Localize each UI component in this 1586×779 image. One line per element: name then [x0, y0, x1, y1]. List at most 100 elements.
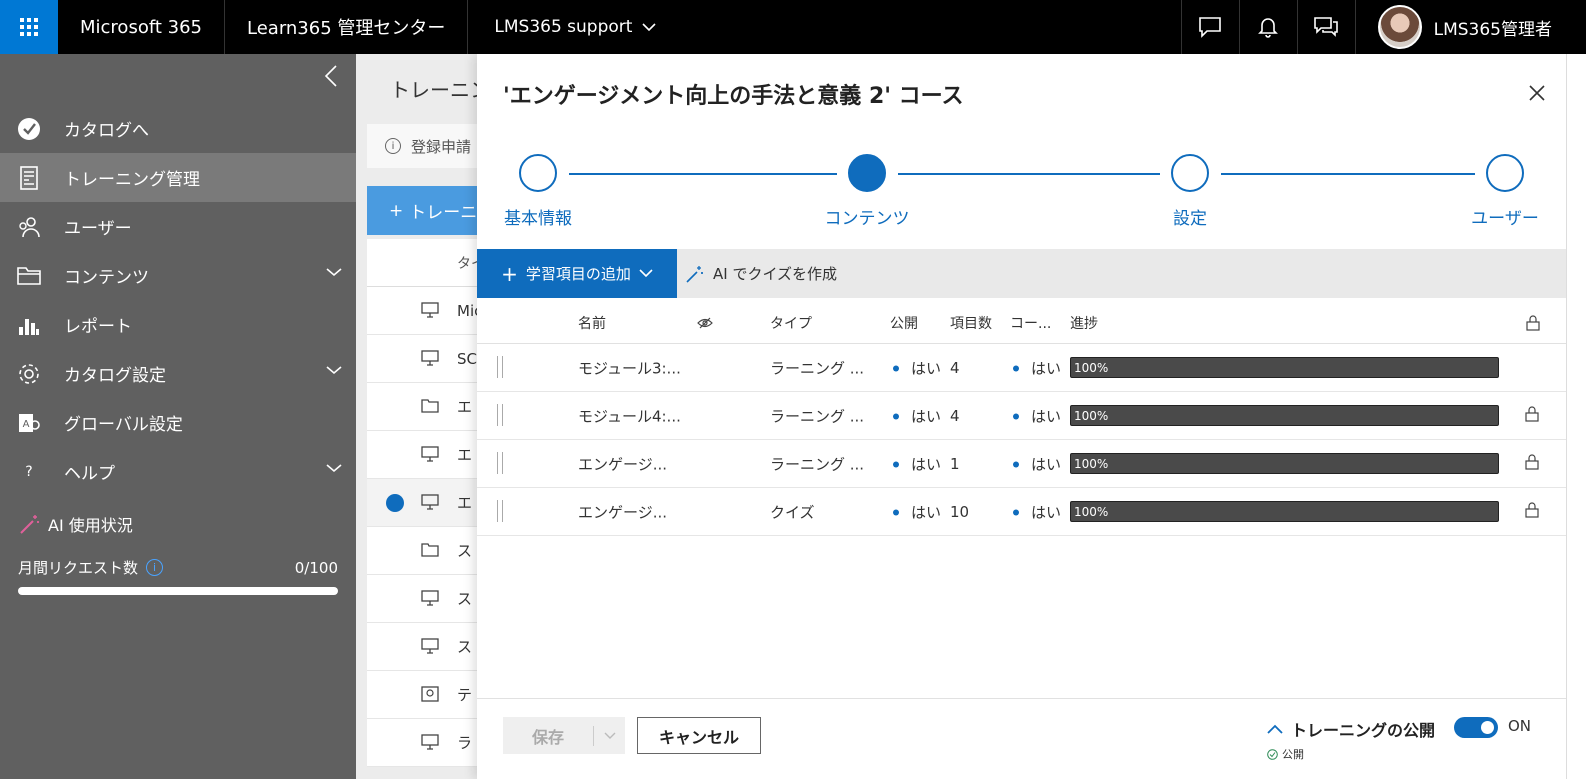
feedback-button[interactable]: [1180, 0, 1239, 54]
lock-icon[interactable]: [1526, 314, 1540, 331]
tenant-label: LMS365 support: [494, 17, 633, 37]
row-name[interactable]: モジュール3:...: [578, 357, 681, 378]
add-learning-item-label: 学習項目の追加: [525, 265, 631, 283]
add-training-button[interactable]: + トレーニ: [367, 186, 486, 235]
step-label[interactable]: 基本情報: [504, 204, 572, 229]
row-progress-fill: [1071, 454, 1498, 473]
table-row[interactable]: モジュール4:... ラーニング ... はい 4 はい 100%: [477, 392, 1566, 440]
row-published-value: はい: [911, 455, 942, 473]
column-header-published[interactable]: 公開: [890, 313, 918, 333]
status-dot-icon: [1013, 509, 1019, 516]
selected-check-icon[interactable]: [386, 494, 404, 512]
app-launcher-button[interactable]: [0, 0, 58, 54]
drag-handle-icon[interactable]: [497, 404, 503, 426]
save-button[interactable]: 保存: [503, 717, 625, 754]
sidebar-item-global-settings[interactable]: A グローバル設定: [0, 398, 356, 447]
lock-icon[interactable]: [1525, 406, 1539, 422]
chevron-down-icon: [604, 732, 615, 739]
step-settings[interactable]: [1171, 154, 1209, 192]
lock-icon[interactable]: [1525, 502, 1539, 518]
list-item[interactable]: ラ: [367, 719, 486, 767]
list-item[interactable]: エ: [367, 431, 486, 479]
lock-icon[interactable]: [1525, 454, 1539, 470]
support-button[interactable]: [1296, 0, 1355, 54]
chevron-down-icon: [642, 23, 657, 32]
table-row[interactable]: モジュール3:... ラーニング ... はい 4 はい 100%: [477, 344, 1566, 392]
chevron-up-icon: [1267, 724, 1283, 734]
column-header-course[interactable]: コー...: [1010, 313, 1051, 333]
sidebar-item-catalog[interactable]: カタログへ: [0, 104, 356, 153]
list-item[interactable]: SC: [367, 335, 486, 383]
sidebar-item-label: ヘルプ: [64, 464, 115, 484]
add-learning-item-button[interactable]: + 学習項目の追加: [477, 249, 677, 298]
row-progress-fill: [1071, 358, 1498, 377]
avatar: [1377, 5, 1422, 49]
step-label[interactable]: ユーザー: [1471, 204, 1539, 229]
table-row[interactable]: エンゲージ... ラーニング ... はい 1 はい 100%: [477, 440, 1566, 488]
user-menu[interactable]: LMS365管理者: [1354, 0, 1586, 54]
sidebar-item-reports[interactable]: レポート: [0, 300, 356, 349]
step-connector: [1221, 173, 1475, 175]
row-type: ラーニング ...: [770, 359, 865, 377]
column-header-progress[interactable]: 進捗: [1070, 313, 1098, 333]
column-header-type[interactable]: タイプ: [770, 313, 812, 333]
cancel-button[interactable]: キャンセル: [637, 717, 761, 754]
notifications-button[interactable]: [1238, 0, 1297, 54]
drag-handle-icon[interactable]: [497, 500, 503, 522]
list-item[interactable]: ス: [367, 623, 486, 671]
drag-handle-icon[interactable]: [497, 356, 503, 378]
step-label[interactable]: コンテンツ: [825, 204, 910, 229]
panel-footer: 保存 キャンセル トレーニングの公開 公開 ON: [477, 698, 1566, 779]
gear-icon: [16, 361, 42, 387]
folder-icon: [16, 263, 42, 289]
table-row[interactable]: エンゲージ... クイズ はい 10 はい 100%: [477, 488, 1566, 536]
chevron-down-icon[interactable]: [326, 463, 342, 473]
visibility-icon[interactable]: [697, 316, 713, 330]
collapse-sidebar-icon[interactable]: [320, 64, 344, 88]
publish-section-toggle[interactable]: トレーニングの公開: [1267, 717, 1435, 741]
monitor-icon: [421, 446, 439, 462]
publish-label: トレーニングの公開: [1291, 721, 1436, 740]
ai-create-quiz-button[interactable]: AI でクイズを作成: [685, 263, 837, 284]
publish-toggle-label: ON: [1508, 717, 1532, 735]
column-header-item-count[interactable]: 項目数: [950, 313, 992, 333]
step-users[interactable]: [1486, 154, 1524, 192]
info-icon[interactable]: i: [146, 559, 164, 576]
row-name[interactable]: モジュール4:...: [578, 405, 681, 426]
sidebar-item-catalog-settings[interactable]: カタログ設定: [0, 349, 356, 398]
chevron-down-icon[interactable]: [326, 365, 342, 375]
sidebar-item-label: レポート: [64, 317, 132, 337]
sidebar-item-training-management[interactable]: トレーニング管理: [0, 153, 356, 202]
sidebar-item-contents[interactable]: コンテンツ: [0, 251, 356, 300]
row-published: はい: [893, 453, 941, 474]
column-header-name[interactable]: 名前: [578, 313, 606, 333]
top-bar: Microsoft 365 Learn365 管理センター LMS365 sup…: [0, 0, 1586, 54]
list-item-title: テ: [457, 686, 473, 704]
tenant-selector[interactable]: LMS365 support: [468, 17, 682, 37]
step-label[interactable]: 設定: [1173, 204, 1207, 229]
row-name[interactable]: エンゲージ...: [578, 453, 667, 474]
page-scrollbar[interactable]: [1566, 54, 1586, 779]
sidebar-item-users[interactable]: ユーザー: [0, 202, 356, 251]
list-item-selected[interactable]: エ: [367, 479, 486, 527]
column-header-title[interactable]: タイ: [367, 239, 486, 287]
bell-icon: [1258, 18, 1279, 38]
save-options-button[interactable]: [594, 732, 625, 740]
list-item[interactable]: ス: [367, 527, 486, 575]
list-item[interactable]: テ: [367, 671, 486, 719]
list-item[interactable]: ス: [367, 575, 486, 623]
close-icon[interactable]: [1528, 84, 1546, 102]
toggle-knob: [1481, 721, 1494, 734]
drag-handle-icon[interactable]: [497, 452, 503, 474]
list-item[interactable]: エ: [367, 383, 486, 431]
chevron-down-icon[interactable]: [326, 267, 342, 277]
svg-text:A: A: [23, 419, 30, 430]
list-item[interactable]: Mic: [367, 287, 486, 335]
row-name[interactable]: エンゲージ...: [578, 501, 667, 522]
publish-toggle[interactable]: [1454, 717, 1498, 738]
step-contents[interactable]: [848, 154, 886, 192]
sidebar-item-help[interactable]: ? ヘルプ: [0, 447, 356, 496]
brand-title[interactable]: Microsoft 365: [58, 0, 225, 54]
admin-center-title[interactable]: Learn365 管理センター: [225, 0, 469, 54]
step-basic-info[interactable]: [519, 154, 557, 192]
